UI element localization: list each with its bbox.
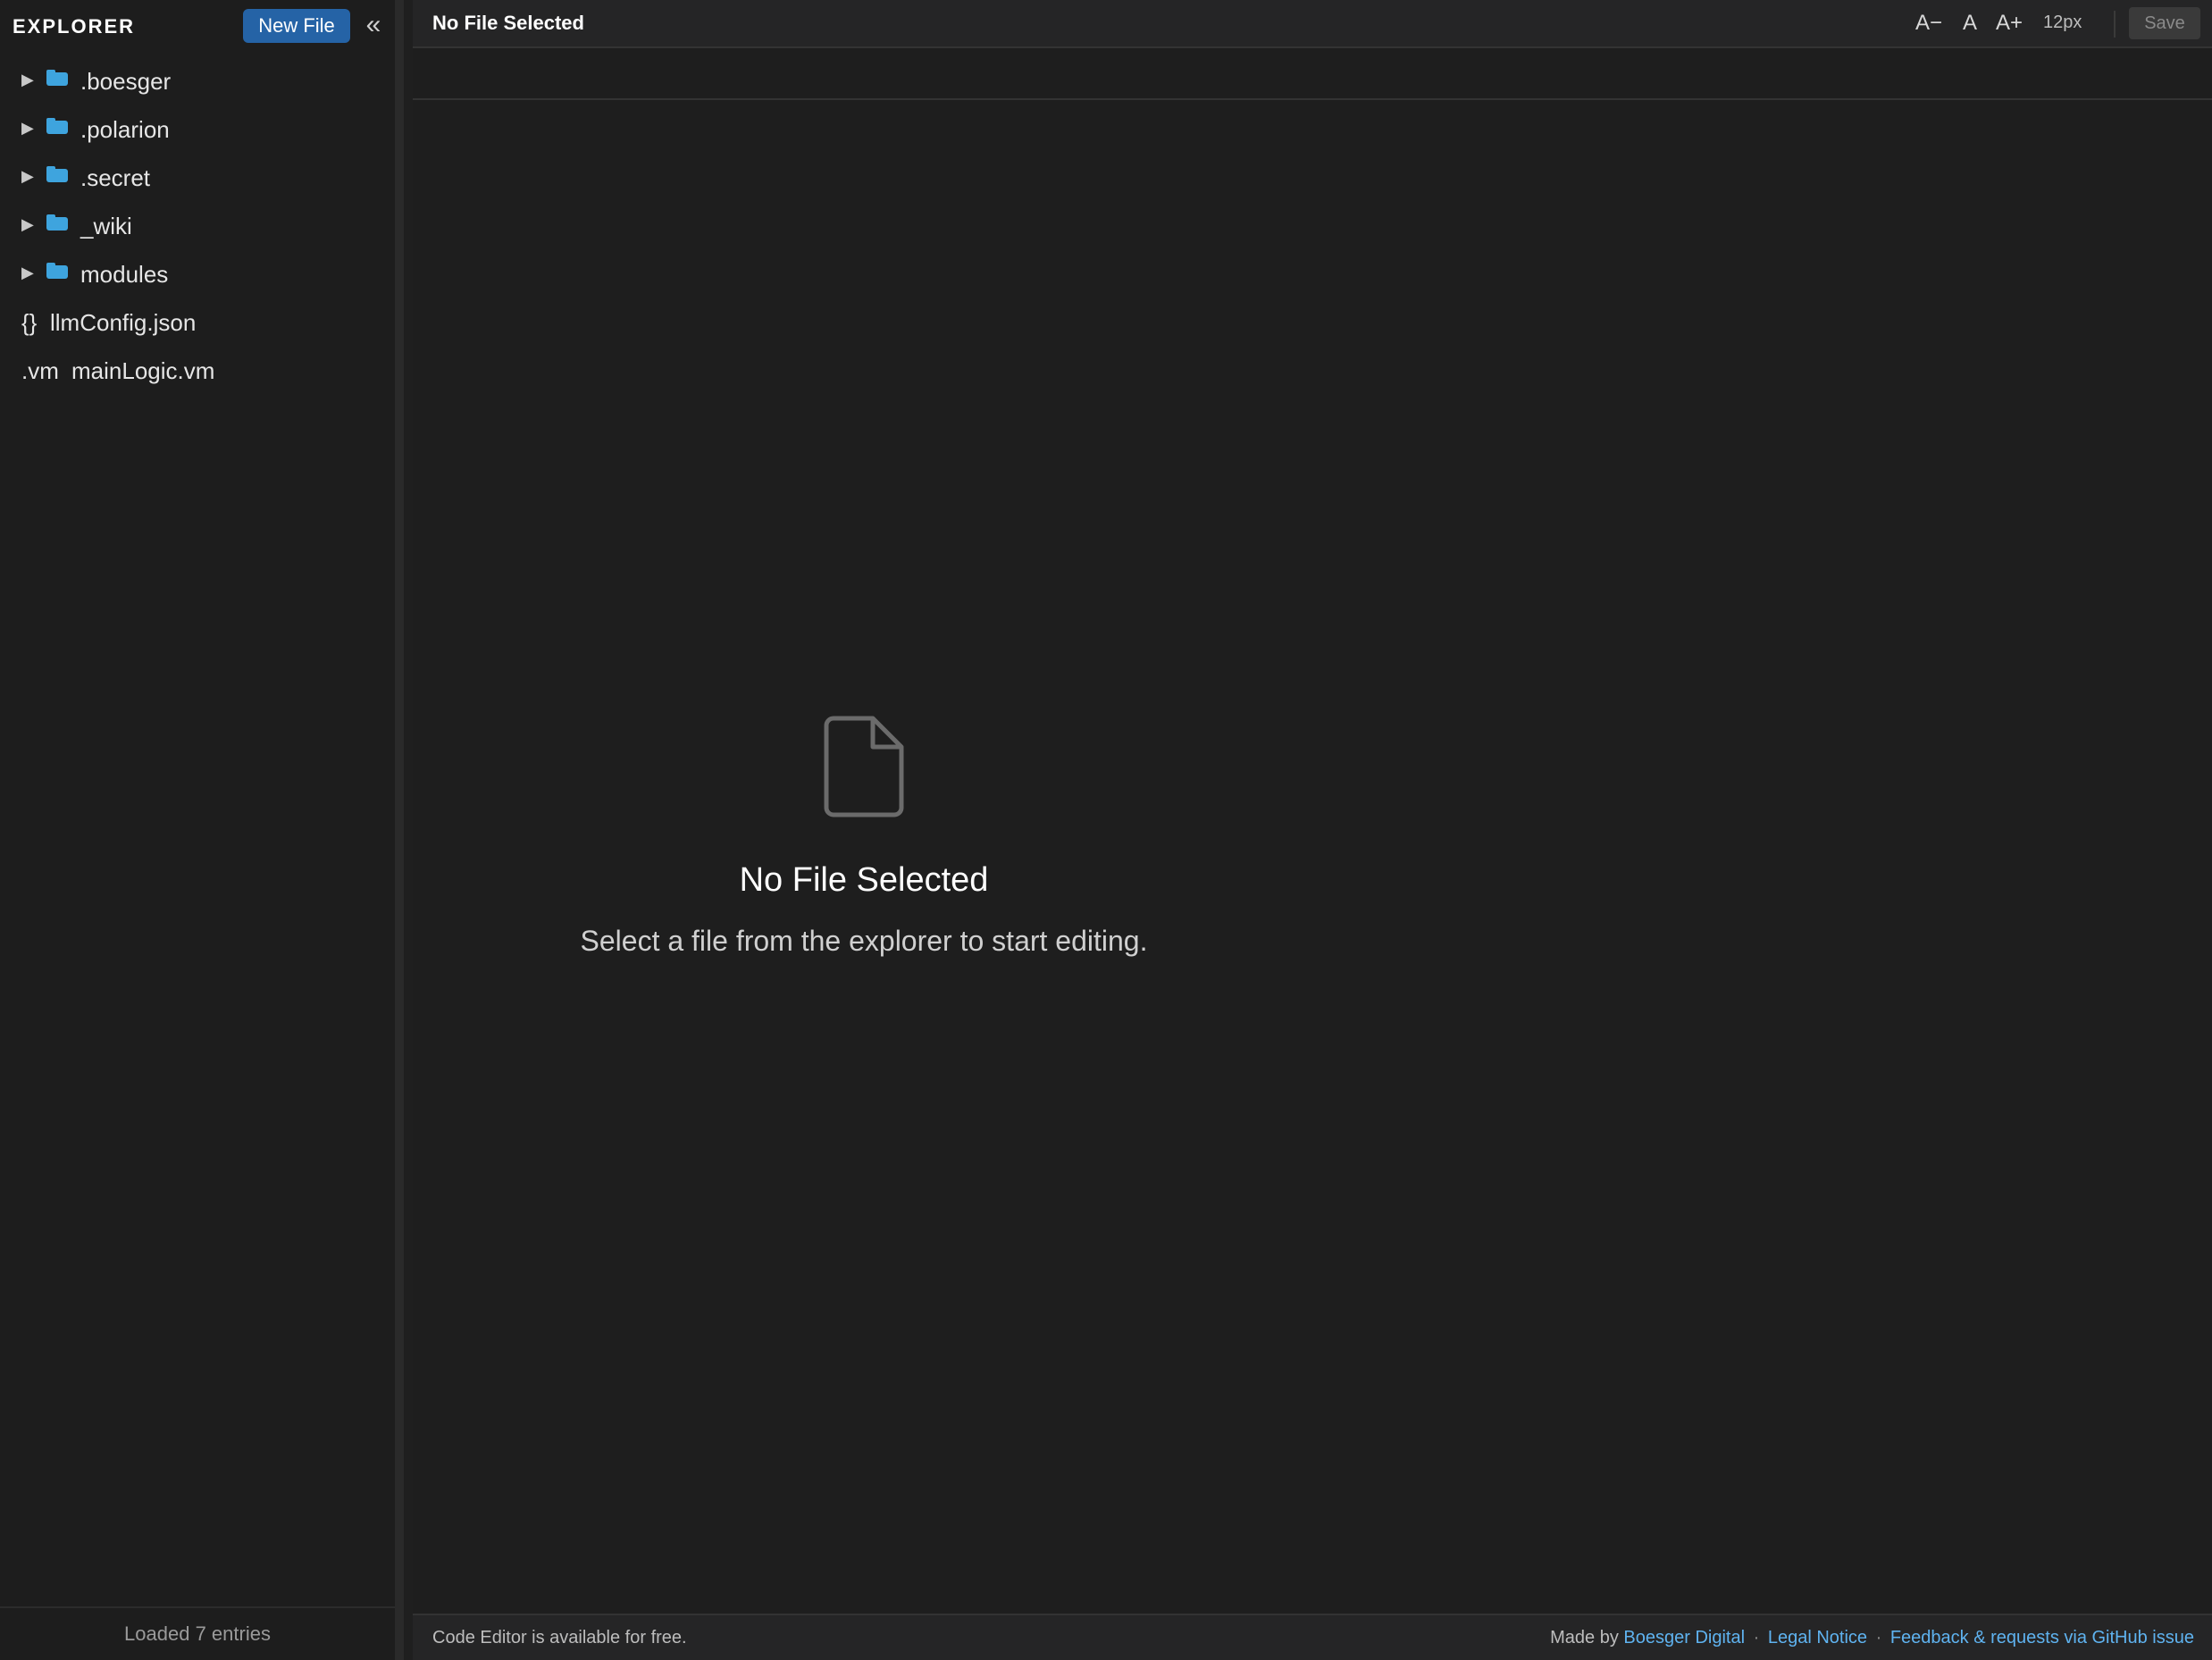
vm-file-icon: .vm — [21, 357, 59, 384]
tree-item-label: llmConfig.json — [50, 309, 197, 336]
tree-item-label: .secret — [80, 164, 151, 191]
font-reset-button[interactable]: A — [1963, 11, 1977, 36]
chevron-right-icon[interactable]: ▶ — [21, 167, 34, 186]
folder-icon — [46, 166, 68, 182]
status-free-note: Code Editor is available for free. — [432, 1628, 687, 1647]
feedback-link[interactable]: Feedback & requests via GitHub issue — [1890, 1628, 2194, 1647]
separator: · — [1875, 1628, 1882, 1647]
editor-toolbar: No File Selected A− A A+ 12px Save — [413, 0, 2212, 48]
font-increase-button[interactable]: A+ — [1996, 11, 2023, 36]
tree-folder-boesger[interactable]: ▶ .boesger — [0, 57, 395, 105]
folder-icon — [46, 263, 68, 279]
tree-item-label: .boesger — [80, 68, 172, 95]
explorer-header: EXPLORER New File « — [0, 0, 395, 52]
collapse-sidebar-icon[interactable]: « — [361, 7, 386, 43]
tree-item-label: .polarion — [80, 116, 170, 143]
legal-notice-link[interactable]: Legal Notice — [1768, 1628, 1867, 1647]
document-icon — [824, 716, 904, 817]
tree-folder-modules[interactable]: ▶ modules — [0, 250, 395, 298]
chevron-right-icon[interactable]: ▶ — [21, 71, 34, 89]
separator: · — [1753, 1628, 1760, 1647]
status-bar: Code Editor is available for free. Made … — [413, 1614, 2212, 1660]
folder-icon — [46, 70, 68, 86]
editor-area: No File Selected A− A A+ 12px Save No Fi… — [413, 0, 2212, 1660]
tree-item-label: _wiki — [80, 213, 132, 239]
empty-state: No File Selected Select a file from the … — [413, 715, 1315, 958]
font-size-readout: 12px — [2043, 13, 2082, 32]
tree-folder-polarion[interactable]: ▶ .polarion — [0, 105, 395, 154]
editor-title: No File Selected — [432, 12, 584, 34]
tree-file-mainlogic[interactable]: .vm mainLogic.vm — [0, 347, 395, 395]
code-editor-app: EXPLORER New File « ▶ .boesger ▶ .polari… — [0, 0, 2212, 1660]
status-credits: Made by Boesger Digital · Legal Notice ·… — [1550, 1628, 2194, 1648]
folder-icon — [46, 214, 68, 231]
explorer-status: Loaded 7 entries — [0, 1606, 395, 1660]
empty-state-description: Select a file from the explorer to start… — [580, 925, 1148, 957]
explorer-title: EXPLORER — [13, 15, 136, 38]
tree-folder-secret[interactable]: ▶ .secret — [0, 154, 395, 202]
author-link[interactable]: Boesger Digital — [1623, 1628, 1745, 1647]
new-file-button[interactable]: New File — [243, 9, 350, 43]
tree-file-llmconfig[interactable]: {} llmConfig.json — [0, 298, 395, 347]
chevron-right-icon[interactable]: ▶ — [21, 264, 34, 282]
chevron-right-icon[interactable]: ▶ — [21, 215, 34, 234]
tree-item-label: mainLogic.vm — [71, 357, 215, 384]
json-file-icon: {} — [21, 309, 38, 336]
file-tree: ▶ .boesger ▶ .polarion ▶ .secret ▶ _wiki… — [0, 57, 395, 395]
toolbar-divider — [2114, 11, 2116, 38]
folder-icon — [46, 118, 68, 134]
chevron-right-icon[interactable]: ▶ — [21, 119, 34, 138]
empty-state-title: No File Selected — [739, 861, 989, 899]
font-decrease-button[interactable]: A− — [1915, 11, 1942, 36]
tree-folder-wiki[interactable]: ▶ _wiki — [0, 202, 395, 250]
explorer-sidebar: EXPLORER New File « ▶ .boesger ▶ .polari… — [0, 0, 404, 1660]
tree-item-label: modules — [80, 261, 169, 288]
editor-tab-bar — [413, 48, 2212, 100]
save-button[interactable]: Save — [2129, 7, 2200, 39]
made-by-label: Made by — [1550, 1628, 1619, 1647]
